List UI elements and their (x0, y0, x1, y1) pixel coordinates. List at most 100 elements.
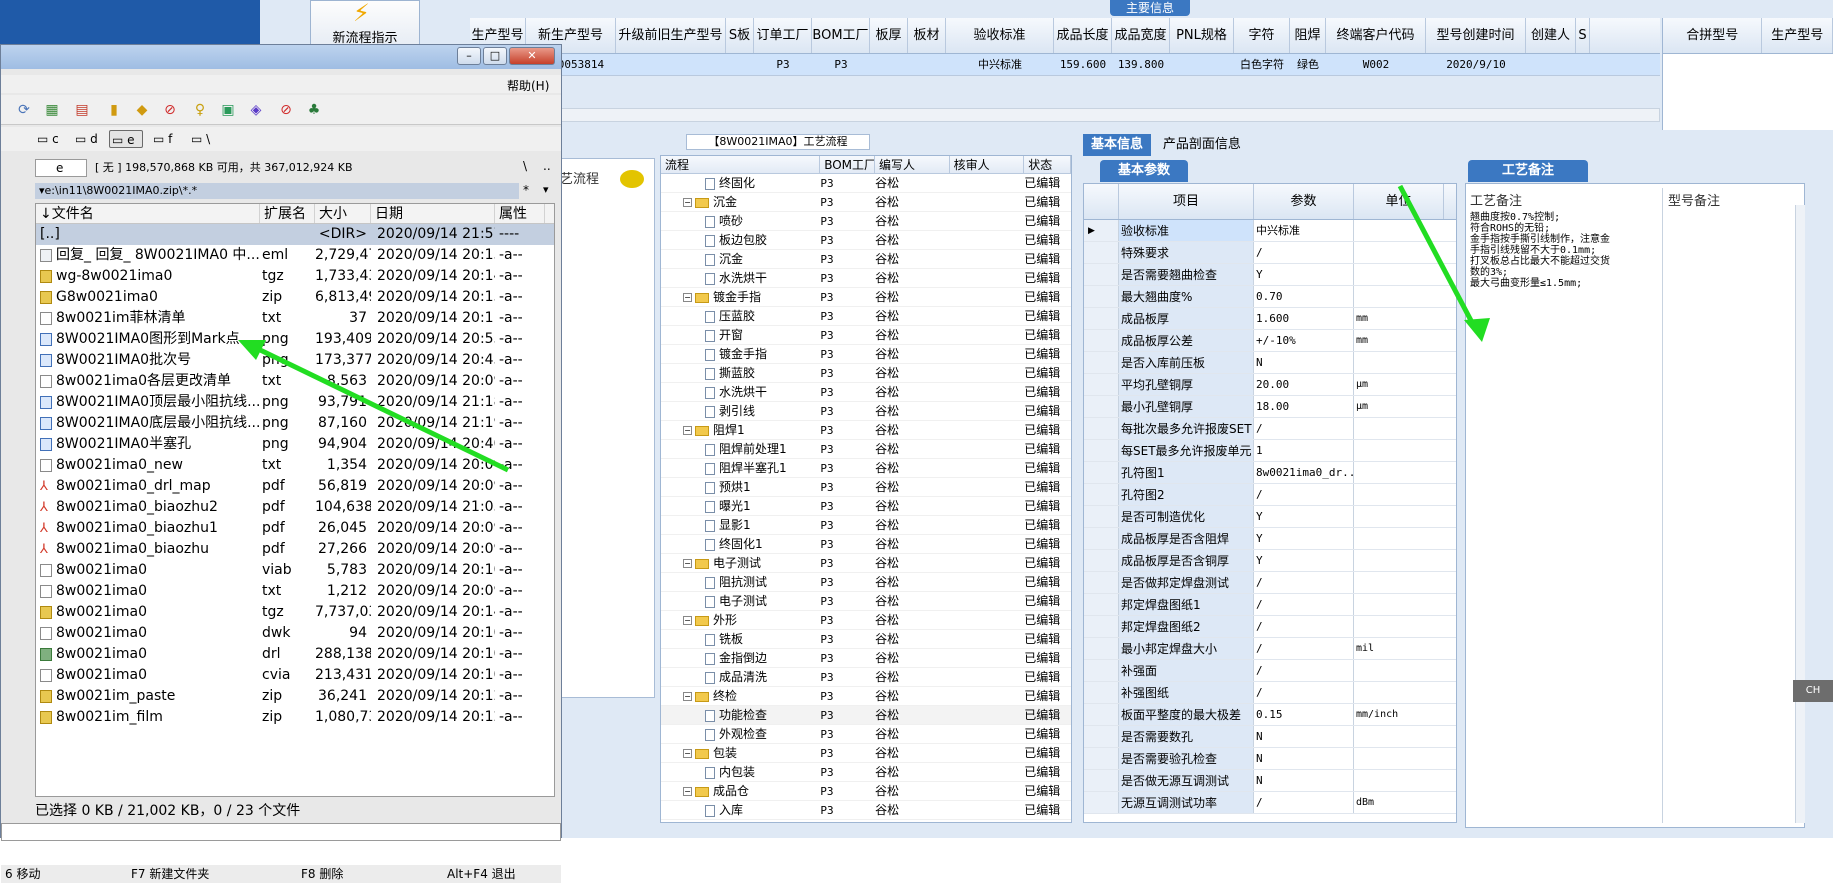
params-cell-value[interactable]: / (1254, 572, 1354, 593)
tree-row[interactable]: 喷砂 P3 谷松 已编辑 (661, 212, 1071, 231)
tree-node[interactable]: 水洗烘干 (661, 269, 820, 287)
row-indicator[interactable] (1084, 506, 1119, 527)
tab-basic-params[interactable]: 基本参数 (1100, 160, 1188, 182)
view-icon[interactable]: ▦ (43, 101, 61, 119)
tree-node[interactable]: 压蓝胶 (661, 307, 820, 325)
file-name[interactable]: 8w0021ima0各层更改清单 (36, 371, 260, 392)
file-row[interactable]: 回复_ 回复_ 8W0021IMA0 中...eml 2,729,472 2020/… (36, 245, 554, 266)
params-row[interactable]: 每批次最多允许报废SET / (1084, 418, 1456, 440)
params-cell-value[interactable]: / (1254, 638, 1354, 659)
grid-column-header[interactable]: S板 (726, 18, 754, 53)
params-cell-value[interactable]: / (1254, 418, 1354, 439)
file-column-header[interactable]: 属性 (495, 204, 545, 223)
row-indicator[interactable] (1084, 748, 1119, 769)
color-icon[interactable]: ◈ (247, 101, 265, 119)
file-name[interactable]: 8W0021IMA0图形到Mark点 (36, 329, 260, 350)
params-row[interactable]: 孔符图2/ (1084, 484, 1456, 506)
tree-node[interactable]: 沉金 (661, 250, 820, 268)
file-row[interactable]: 8w0021ima0_new txt 1,354 2020/09/14 20:09 -a… (36, 455, 554, 476)
row-indicator[interactable] (1084, 616, 1119, 637)
tab-basic-info[interactable]: 基本信息 (1083, 134, 1152, 156)
file-name[interactable]: 8w0021im_paste (36, 686, 260, 707)
row-indicator[interactable] (1084, 594, 1119, 615)
file-row[interactable]: 8w0021ima0各层更改清单 txt 8,563 2020/09/14 20:09… (36, 371, 554, 392)
row-indicator[interactable] (1084, 484, 1119, 505)
params-row[interactable]: 无源互调测试功率 / dBm (1084, 792, 1456, 814)
row-indicator[interactable] (1084, 440, 1119, 461)
params-cell-value[interactable]: N (1254, 352, 1354, 373)
file-row[interactable]: 8W0021IMA0底层最小阻抗线... png 87,160 2020/09/14 … (36, 413, 554, 434)
file-row[interactable]: ⅄ 8w0021ima0_drl_map pdf 56,819 2020/09/14 2… (36, 476, 554, 497)
process-remarks-text[interactable]: 翘曲度按0.7%控制; 符合ROHS的无铅; 金手指按手撕引线制作，注意金 手指… (1470, 212, 1660, 289)
file-name[interactable]: [..] (36, 224, 260, 245)
history-button[interactable]: * (523, 183, 529, 197)
file-name[interactable]: ⅄ 8w0021ima0_biaozhu2 (36, 497, 260, 518)
params-cell-value[interactable]: / (1254, 616, 1354, 637)
tree-node[interactable]: − 阻焊1 (661, 421, 820, 439)
tree-row[interactable]: 内包装 P3 谷松 已编辑 (661, 763, 1071, 782)
key-icon[interactable]: ♀ (191, 101, 209, 119)
tab-profile-info[interactable]: 产品剖面信息 (1155, 134, 1249, 156)
collapse-icon[interactable]: − (683, 198, 692, 207)
row-indicator[interactable] (1084, 660, 1119, 681)
params-cell-value[interactable]: / (1254, 484, 1354, 505)
tree-node[interactable]: 曝光1 (661, 497, 820, 515)
row-indicator[interactable] (1084, 638, 1119, 659)
tree-node[interactable]: − 成品仓 (661, 782, 820, 800)
tree-node[interactable]: 剥引线 (661, 402, 820, 420)
file-name[interactable]: 8w0021ima0 (36, 623, 260, 644)
tree-node[interactable]: 阻焊半塞孔1 (661, 459, 820, 477)
file-row[interactable]: 8w0021im菲林清单 txt 37 2020/09/14 20:11 -a-- (36, 308, 554, 329)
row-indicator[interactable] (1084, 330, 1119, 351)
collapse-icon[interactable]: − (683, 616, 692, 625)
file-name[interactable]: ⅄ 8w0021ima0_drl_map (36, 476, 260, 497)
grid-column-header[interactable]: S (1576, 18, 1590, 53)
file-row[interactable]: 8W0021IMA0图形到Mark点 png 193,409 2020/09/14 2… (36, 329, 554, 350)
model-grid-scrollbar[interactable] (470, 108, 1660, 122)
row-indicator[interactable] (1084, 308, 1119, 329)
tree-node[interactable]: 功能检查 (661, 706, 820, 724)
params-row[interactable]: 补强面 / (1084, 660, 1456, 682)
params-row[interactable]: 是否做邦定焊盘测试 / (1084, 572, 1456, 594)
grid-column-header[interactable]: BOM工厂 (812, 18, 870, 53)
tree-row[interactable]: 阻焊前处理1 P3 谷松 已编辑 (661, 440, 1071, 459)
params-cell-value[interactable]: 中兴标准 (1254, 220, 1354, 241)
file-row[interactable]: 8W0021IMA0顶层最小阻抗线... png 93,791 2020/09/14 … (36, 392, 554, 413)
root-button[interactable]: \ (523, 159, 527, 173)
params-cell-value[interactable]: N (1254, 748, 1354, 769)
list-icon[interactable]: ▤ (73, 101, 91, 119)
tree-node[interactable]: 终固化1 (661, 535, 820, 553)
params-cell-value[interactable]: / (1254, 682, 1354, 703)
grid-column-header[interactable]: 字符 (1234, 18, 1290, 53)
tree-row[interactable]: 入库 P3 谷松 已编辑 (661, 801, 1071, 820)
tree-row[interactable]: − 沉金 P3 谷松 已编辑 (661, 193, 1071, 212)
file-row[interactable]: 8w0021im_film zip 1,080,731 2020/09/14 20:1… (36, 707, 554, 728)
grid-column-header[interactable]: 合拼型号 (1663, 18, 1763, 53)
row-indicator[interactable] (1084, 352, 1119, 373)
row-indicator[interactable] (1084, 528, 1119, 549)
sync-icon[interactable]: ▣ (219, 101, 237, 119)
file-name[interactable]: 8w0021ima0 (36, 581, 260, 602)
params-row[interactable]: 成品板厚公差 +/-10% mm (1084, 330, 1456, 352)
new-flow-button[interactable]: ⚡ 新流程指示 (310, 0, 420, 48)
row-indicator[interactable] (1084, 726, 1119, 747)
tree-node[interactable]: − 沉金 (661, 193, 820, 211)
pack-icon[interactable]: ◆ (133, 101, 151, 119)
params-column-header[interactable]: 单位 (1354, 184, 1444, 219)
file-row[interactable]: 8w0021ima0 dwk 94 2020/09/14 20:10 -a-- (36, 623, 554, 644)
params-cell-value[interactable]: / (1254, 242, 1354, 263)
params-row[interactable]: 孔符图1 8w0021ima0_dr... (1084, 462, 1456, 484)
params-cell-value[interactable]: N (1254, 770, 1354, 791)
grid-column-header[interactable]: 升级前旧生产型号 (616, 18, 726, 53)
params-cell-value[interactable]: / (1254, 792, 1354, 813)
params-row[interactable]: 板面平整度的最大极差 0.15 mm/inch (1084, 704, 1456, 726)
collapse-icon[interactable]: − (683, 559, 692, 568)
file-row[interactable]: wg-8w0021ima0 tgz 1,733,431 2020/09/14 20:1… (36, 266, 554, 287)
file-name[interactable]: 8w0021ima0 (36, 665, 260, 686)
collapse-icon[interactable]: − (683, 426, 692, 435)
file-row[interactable]: 8w0021ima0 tgz 7,737,038 2020/09/14 20:14-a… (36, 602, 554, 623)
tree-node[interactable]: 铣板 (661, 630, 820, 648)
params-cell-value[interactable]: 20.00 (1254, 374, 1354, 395)
tree-node[interactable]: 外观检查 (661, 725, 820, 743)
tree-node[interactable]: 终固化 (661, 174, 820, 192)
